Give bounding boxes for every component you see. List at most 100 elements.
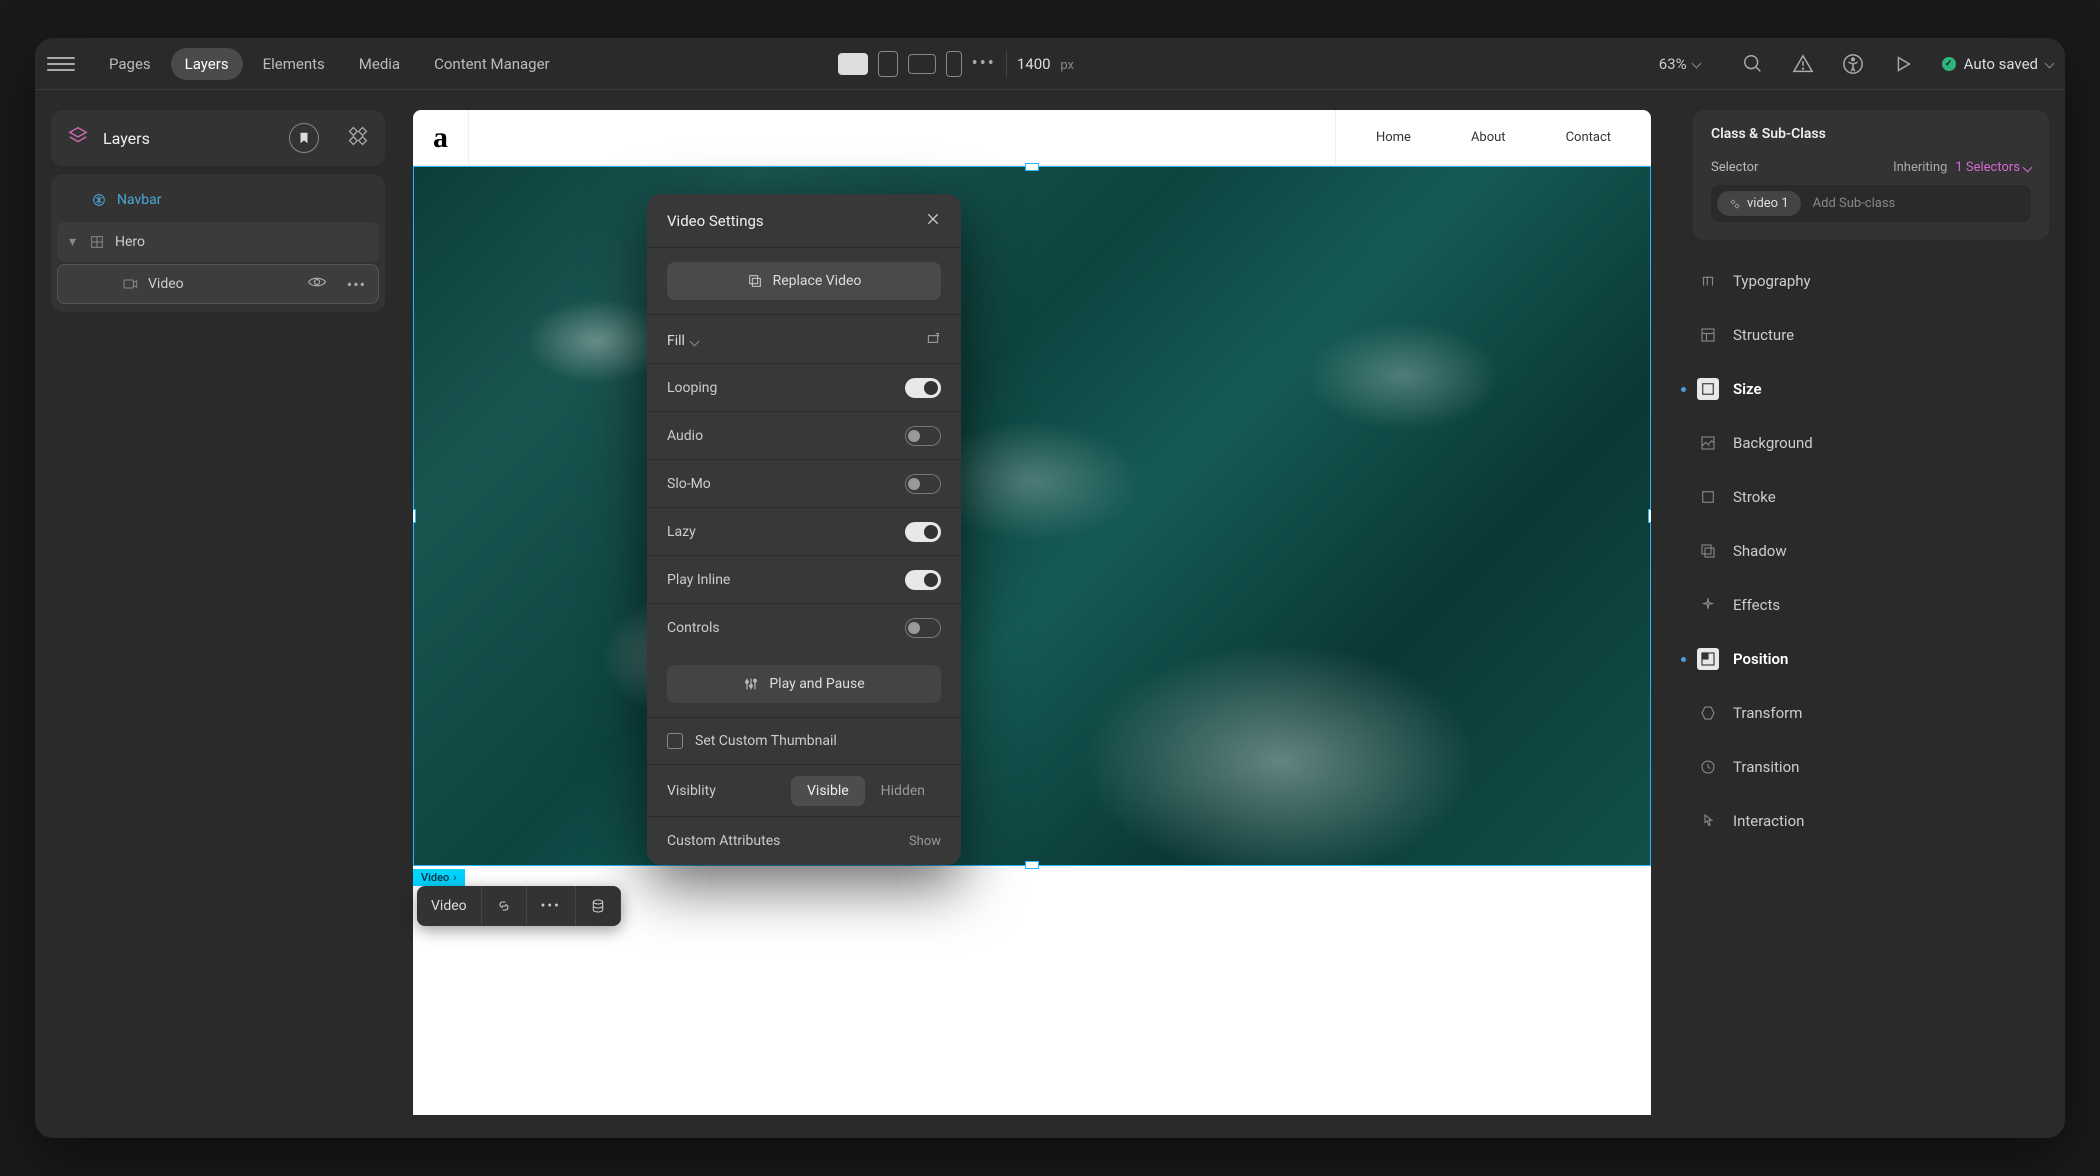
class-chip-icon	[1729, 198, 1741, 210]
fill-label: Fill	[667, 333, 685, 349]
thumbnail-checkbox[interactable]	[667, 733, 683, 749]
device-more-icon[interactable]: •••	[972, 53, 996, 74]
nav-link-about[interactable]: About	[1471, 130, 1506, 145]
class-header: Class & Sub-Class	[1711, 124, 2031, 144]
visibility-visible[interactable]: Visible	[791, 776, 865, 806]
close-icon[interactable]	[925, 211, 941, 231]
save-status[interactable]: Auto saved	[1942, 55, 2053, 73]
layer-navbar-label: Navbar	[117, 192, 162, 208]
inheriting-label: Inheriting	[1893, 160, 1947, 175]
visibility-row: Visiblity Visible Hidden	[647, 765, 961, 817]
resize-handle-left[interactable]	[413, 509, 416, 523]
layers-header: Layers	[51, 110, 385, 166]
layer-navbar[interactable]: Navbar	[51, 180, 385, 220]
layer-tree: Navbar ▾ Hero Video •••	[51, 174, 385, 312]
play-inline-toggle[interactable]	[905, 570, 941, 590]
canvas[interactable]: a Home About Contact Video	[413, 110, 1651, 1115]
custom-attributes-show[interactable]: Show	[909, 834, 941, 849]
section-transform[interactable]: Transform	[1693, 686, 2049, 740]
section-transition[interactable]: Transition	[1693, 740, 2049, 794]
fill-mode-row[interactable]: Fill	[647, 319, 961, 363]
canvas-width[interactable]: 1400 px	[1017, 55, 1074, 73]
expand-icon[interactable]	[2015, 124, 2031, 144]
more-options-icon[interactable]: •••	[527, 886, 576, 926]
custom-attributes-row: Custom Attributes Show	[647, 817, 961, 865]
video-element[interactable]: Video	[413, 166, 1651, 866]
section-structure[interactable]: Structure	[1693, 308, 2049, 362]
floating-toolbar-label[interactable]: Video	[417, 886, 482, 926]
tab-content-manager[interactable]: Content Manager	[420, 48, 564, 80]
section-stroke[interactable]: Stroke	[1693, 470, 2049, 524]
device-tablet-portrait-icon[interactable]	[878, 51, 898, 77]
resize-handle-right[interactable]	[1648, 509, 1651, 523]
layer-video-label: Video	[148, 276, 184, 292]
floating-toolbar: Video •••	[417, 886, 621, 926]
nav-link-home[interactable]: Home	[1376, 130, 1411, 145]
section-interaction[interactable]: Interaction	[1693, 794, 2049, 848]
device-phone-icon[interactable]	[946, 51, 962, 77]
lazy-toggle[interactable]	[905, 522, 941, 542]
looping-label: Looping	[667, 380, 717, 396]
add-subclass-input[interactable]: Add Sub-class	[1813, 196, 1896, 211]
section-shadow[interactable]: Shadow	[1693, 524, 2049, 578]
chevron-down-icon	[690, 336, 700, 346]
audio-label: Audio	[667, 428, 703, 444]
zoom-control[interactable]: 63%	[1659, 55, 1700, 73]
caret-down-icon[interactable]: ▾	[69, 234, 79, 250]
section-background[interactable]: Background	[1693, 416, 2049, 470]
section-size[interactable]: Size	[1693, 362, 2049, 416]
visibility-icon[interactable]	[307, 272, 327, 296]
thumbnail-label: Set Custom Thumbnail	[695, 733, 837, 749]
tab-pages[interactable]: Pages	[95, 48, 165, 80]
visibility-hidden[interactable]: Hidden	[865, 776, 941, 806]
search-icon[interactable]	[1742, 53, 1764, 75]
tab-layers[interactable]: Layers	[171, 48, 243, 80]
replace-video-button[interactable]: Replace Video	[667, 262, 941, 300]
selection-tag[interactable]: Video	[413, 869, 465, 886]
resize-handle-bottom[interactable]	[1025, 861, 1039, 869]
section-typography[interactable]: Typography	[1693, 254, 2049, 308]
tab-media[interactable]: Media	[345, 48, 414, 80]
device-desktop-icon[interactable]	[838, 53, 868, 75]
controls-label: Controls	[667, 620, 720, 636]
section-position[interactable]: Position	[1693, 632, 2049, 686]
zoom-value: 63%	[1659, 55, 1687, 73]
aspect-icon[interactable]	[925, 331, 941, 351]
top-tabs: Pages Layers Elements Media Content Mana…	[95, 48, 564, 80]
effects-icon	[1697, 594, 1719, 616]
nav-link-contact[interactable]: Contact	[1566, 130, 1611, 145]
looping-toggle[interactable]	[905, 378, 941, 398]
play-inline-label: Play Inline	[667, 572, 730, 588]
selector-bar: Selector Inheriting 1 Selectors	[1711, 160, 2031, 175]
tab-elements[interactable]: Elements	[249, 48, 339, 80]
more-icon[interactable]: •••	[347, 275, 366, 294]
layer-video[interactable]: Video •••	[57, 264, 379, 304]
separator	[1006, 51, 1007, 77]
bookmark-icon[interactable]	[289, 123, 319, 153]
section-effects[interactable]: Effects	[1693, 578, 2049, 632]
components-icon[interactable]	[347, 125, 369, 151]
link-icon[interactable]	[482, 886, 527, 926]
device-tablet-landscape-icon[interactable]	[908, 54, 936, 74]
topbar: Pages Layers Elements Media Content Mana…	[35, 38, 2065, 90]
play-pause-button[interactable]: Play and Pause	[667, 665, 941, 703]
typography-icon	[1697, 270, 1719, 292]
hamburger-menu-icon[interactable]	[47, 57, 75, 71]
slomo-label: Slo-Mo	[667, 476, 711, 492]
class-chip[interactable]: video 1	[1717, 191, 1801, 216]
site-nav-links: Home About Contact	[1335, 110, 1651, 165]
play-preview-icon[interactable]	[1892, 53, 1914, 75]
selectors-count[interactable]: 1 Selectors	[1955, 160, 2031, 175]
visibility-segment: Visible Hidden	[791, 776, 941, 806]
controls-toggle[interactable]	[905, 618, 941, 638]
slomo-toggle[interactable]	[905, 474, 941, 494]
site-logo[interactable]: a	[413, 110, 469, 166]
accessibility-icon[interactable]	[1842, 53, 1864, 75]
replace-video-label: Replace Video	[773, 273, 862, 289]
audio-toggle[interactable]	[905, 426, 941, 446]
style-sections: Typography Structure Size Background Str…	[1693, 254, 2049, 848]
layer-hero[interactable]: ▾ Hero	[57, 222, 379, 262]
warning-icon[interactable]	[1792, 53, 1814, 75]
database-icon[interactable]	[576, 886, 621, 926]
right-panel: Class & Sub-Class Selector Inheriting 1 …	[1693, 110, 2049, 848]
